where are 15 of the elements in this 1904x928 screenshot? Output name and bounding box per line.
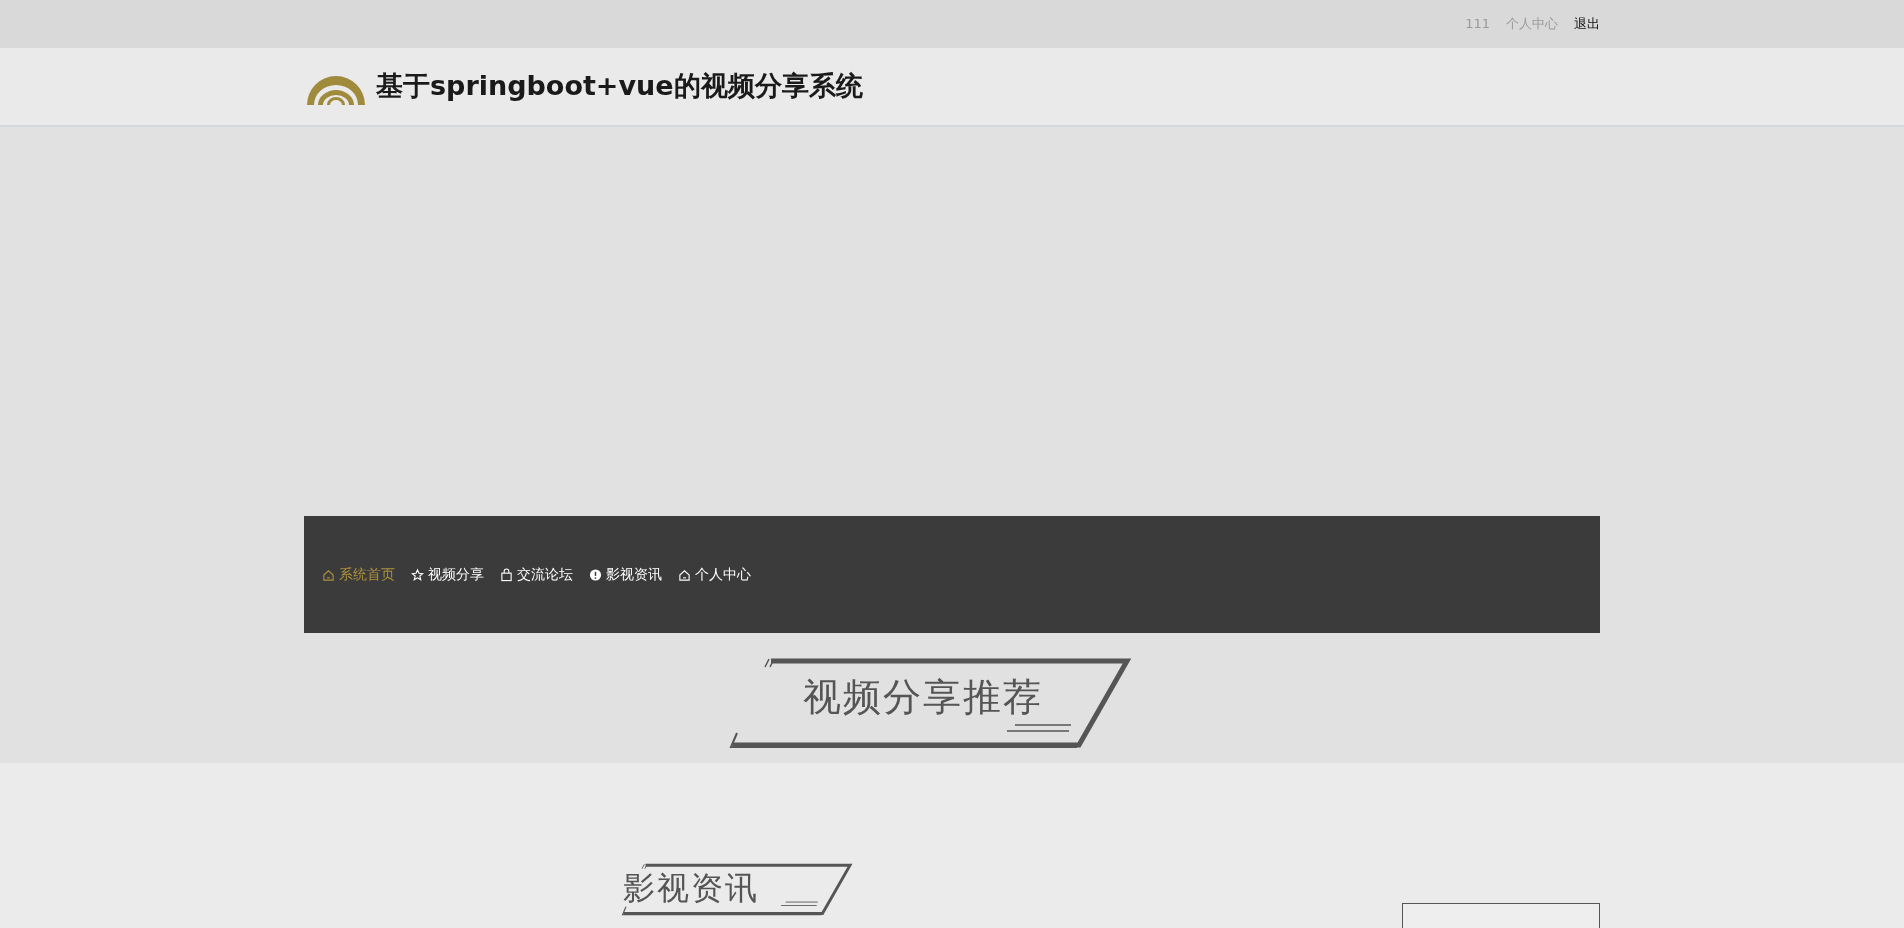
section-title: 影视资讯	[623, 869, 760, 908]
nav-link[interactable]: 视频分享	[411, 560, 484, 589]
info-icon	[589, 567, 602, 582]
nav-link[interactable]: 影视资讯	[589, 560, 662, 589]
username: 111	[1465, 15, 1490, 34]
nav-link[interactable]: 个人中心	[678, 560, 751, 589]
top-link[interactable]: 退出	[1574, 14, 1600, 34]
house-icon	[678, 567, 691, 582]
section-title: 视频分享推荐	[803, 675, 1043, 721]
star-icon	[411, 567, 424, 582]
house-icon	[322, 567, 335, 582]
bag-icon	[500, 567, 513, 582]
nav-link[interactable]: 系统首页	[322, 560, 395, 589]
nav-link[interactable]: 交流论坛	[500, 560, 573, 589]
site-title: 基于springboot+vue的视频分享系统	[376, 70, 863, 103]
